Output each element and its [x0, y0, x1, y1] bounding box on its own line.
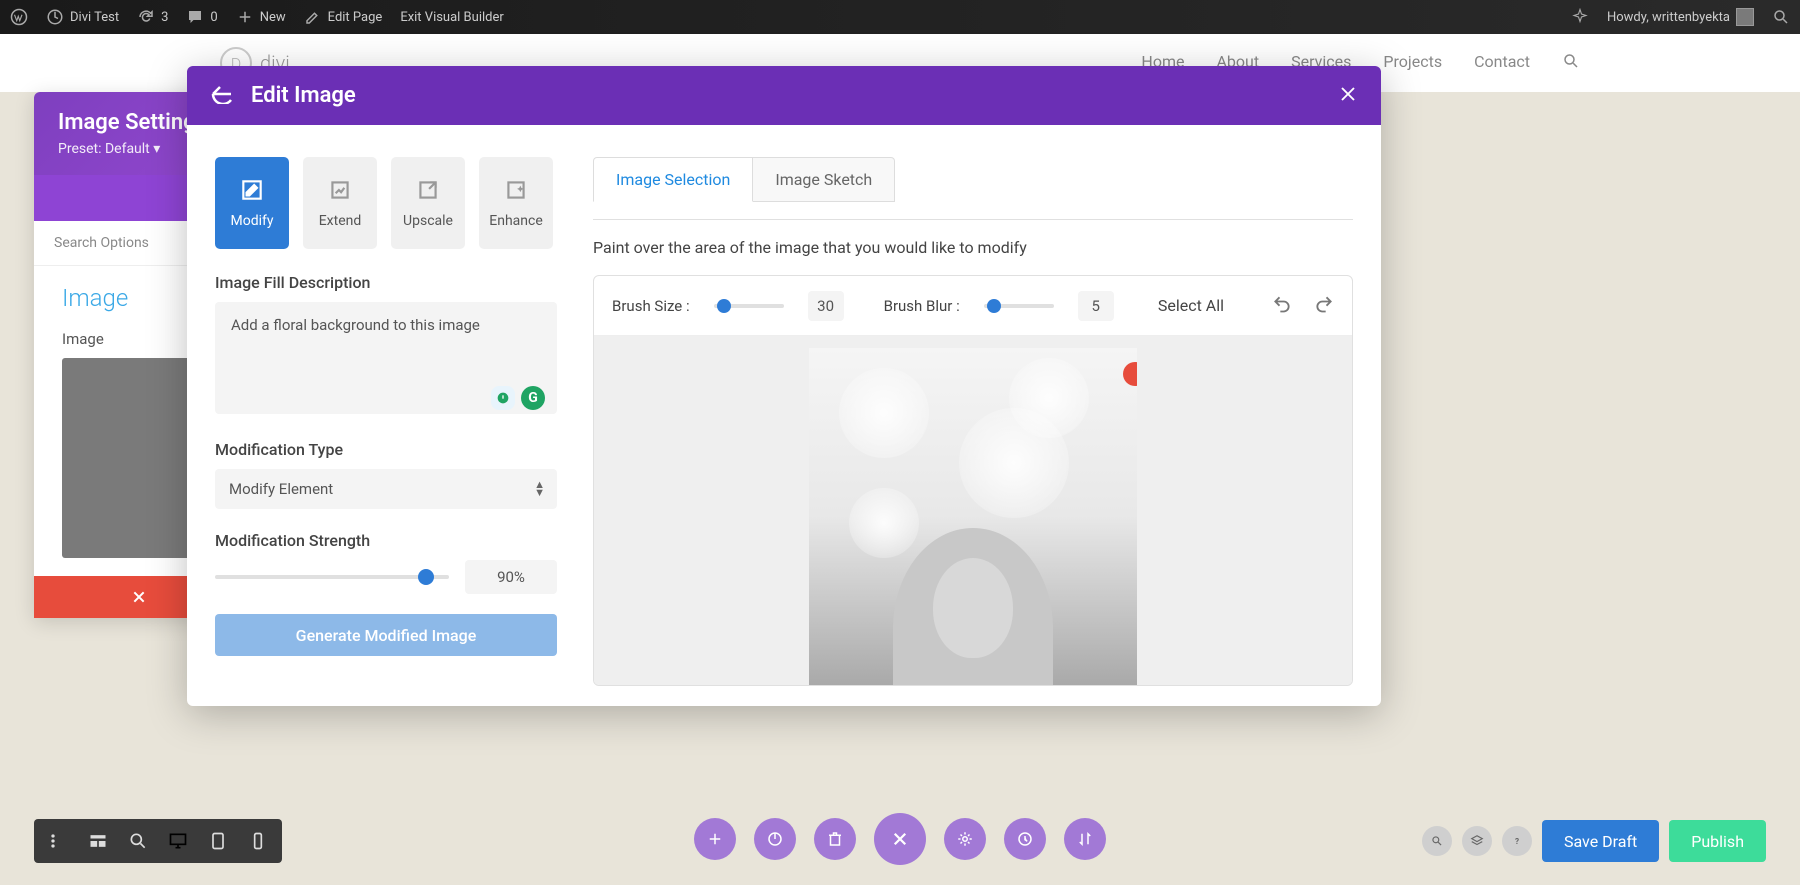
tablet-icon[interactable]: [208, 831, 228, 851]
wireframe-icon[interactable]: [88, 831, 108, 851]
avatar: [1736, 8, 1754, 26]
generate-button[interactable]: Generate Modified Image: [215, 614, 557, 656]
undo-icon[interactable]: [1272, 294, 1292, 318]
ai-sparkle-icon[interactable]: [1571, 8, 1589, 26]
upscale-icon: [415, 177, 441, 203]
brush-blur-value: 5: [1078, 291, 1114, 321]
site-name-link[interactable]: Divi Test: [46, 8, 119, 26]
strength-slider[interactable]: [215, 575, 449, 579]
new-link[interactable]: New: [236, 8, 286, 26]
tab-image-sketch[interactable]: Image Sketch: [753, 157, 895, 202]
modal-header: Edit Image: [187, 66, 1381, 125]
enhance-icon: [503, 177, 529, 203]
brush-blur-label: Brush Blur :: [884, 297, 960, 315]
builder-bottom-bar: ? Save Draft Publish: [34, 819, 1766, 863]
canvas-panel: Brush Size : 30 Brush Blur : 5 Select Al…: [593, 275, 1353, 686]
zoom-icon[interactable]: [128, 831, 148, 851]
mode-upscale[interactable]: Upscale: [391, 157, 465, 249]
layers-circle-button[interactable]: [1462, 826, 1492, 856]
comments-link[interactable]: 0: [186, 8, 217, 26]
save-draft-button[interactable]: Save Draft: [1542, 820, 1659, 862]
strength-value: 90%: [465, 560, 557, 594]
mod-type-select[interactable]: Modify Element: [215, 469, 557, 509]
history-button[interactable]: [1004, 818, 1046, 860]
howdy-user[interactable]: Howdy, writtenbyekta: [1607, 8, 1754, 26]
brush-size-label: Brush Size :: [612, 297, 690, 315]
exit-visual-builder[interactable]: Exit Visual Builder: [400, 10, 503, 25]
nav-contact[interactable]: Contact: [1474, 52, 1530, 74]
canvas-image[interactable]: [809, 348, 1137, 685]
close-builder-button[interactable]: [874, 813, 926, 865]
mod-type-label: Modification Type: [215, 440, 557, 459]
back-icon[interactable]: [211, 84, 235, 108]
admin-search-icon[interactable]: [1772, 8, 1790, 26]
trash-button[interactable]: [814, 818, 856, 860]
desktop-icon[interactable]: [168, 831, 188, 851]
brush-size-slider[interactable]: [714, 304, 784, 308]
mode-enhance[interactable]: Enhance: [479, 157, 553, 249]
menu-icon[interactable]: [48, 831, 68, 851]
nav-search-icon[interactable]: [1562, 52, 1580, 74]
refresh-icon: [137, 8, 155, 26]
dashboard-icon: [46, 8, 64, 26]
grammarly-icon[interactable]: G: [521, 386, 545, 410]
strength-label: Modification Strength: [215, 531, 557, 550]
add-button[interactable]: [694, 818, 736, 860]
nav-projects[interactable]: Projects: [1383, 52, 1442, 74]
wp-admin-bar: Divi Test 3 0 New Edit Page Exit Visual …: [0, 0, 1800, 34]
subject-person: [863, 508, 1083, 685]
wp-logo-icon[interactable]: [10, 8, 28, 26]
updates-link[interactable]: 3: [137, 8, 168, 26]
mode-extend[interactable]: Extend: [303, 157, 377, 249]
canvas-area[interactable]: [594, 336, 1352, 685]
modify-icon: [239, 177, 265, 203]
instruction-text: Paint over the area of the image that yo…: [593, 238, 1353, 257]
settings-button[interactable]: [944, 818, 986, 860]
power-button[interactable]: [754, 818, 796, 860]
close-icon[interactable]: [1339, 85, 1357, 107]
brush-size-value: 30: [808, 291, 844, 321]
phone-icon[interactable]: [248, 831, 268, 851]
pencil-icon: [304, 8, 322, 26]
ai-hint-icon[interactable]: [491, 386, 515, 410]
tab-image-selection[interactable]: Image Selection: [593, 157, 753, 202]
search-circle-button[interactable]: [1422, 826, 1452, 856]
svg-text:?: ?: [1515, 836, 1519, 846]
help-circle-button[interactable]: ?: [1502, 826, 1532, 856]
edit-image-modal: Edit Image Modify Extend Upscale Enhance…: [187, 66, 1381, 706]
brush-blur-slider[interactable]: [984, 304, 1054, 308]
redo-icon[interactable]: [1314, 294, 1334, 318]
sort-button[interactable]: [1064, 818, 1106, 860]
modal-title: Edit Image: [251, 83, 356, 108]
plus-icon: [236, 8, 254, 26]
select-all-button[interactable]: Select All: [1158, 296, 1224, 315]
fill-description-label: Image Fill Description: [215, 273, 557, 292]
brush-indicator: [1123, 362, 1137, 386]
comment-icon: [186, 8, 204, 26]
edit-page-link[interactable]: Edit Page: [304, 8, 383, 26]
publish-button[interactable]: Publish: [1669, 820, 1766, 862]
mode-modify[interactable]: Modify: [215, 157, 289, 249]
bottom-left-tools: [34, 819, 282, 863]
extend-icon: [327, 177, 353, 203]
